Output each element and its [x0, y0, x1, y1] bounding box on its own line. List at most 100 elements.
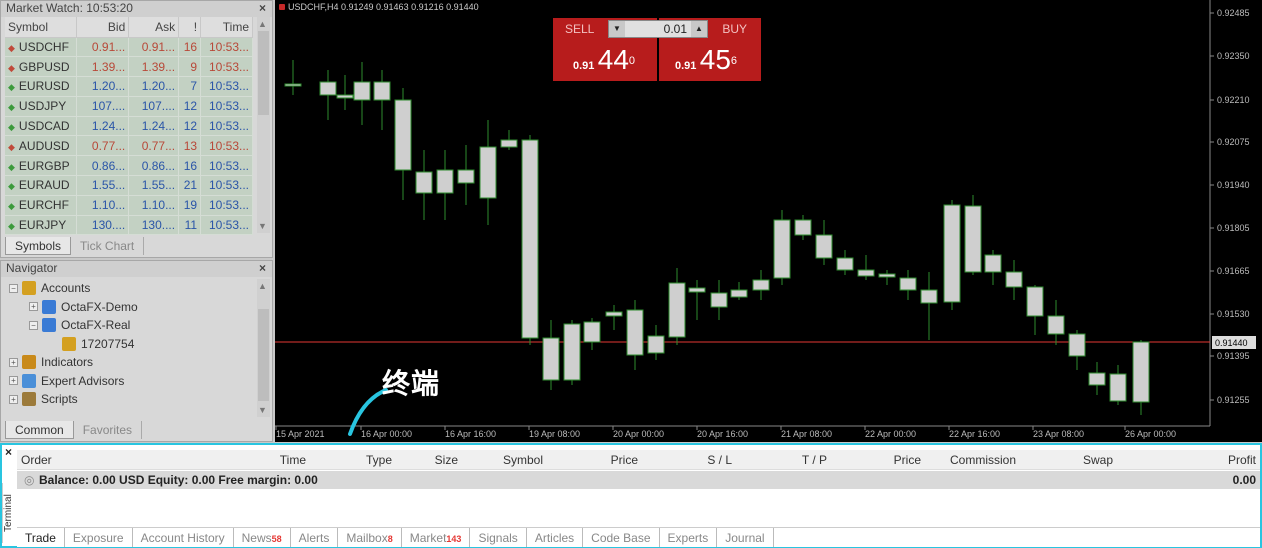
expand-icon[interactable]: +: [9, 394, 18, 404]
symbol-cell[interactable]: ◆ USDCAD: [5, 116, 78, 137]
candle-body: [319, 81, 337, 96]
expand-icon[interactable]: +: [9, 357, 18, 367]
buy-price: 0.91 456: [675, 44, 737, 76]
terminal-tab-signals[interactable]: Signals: [470, 528, 527, 547]
symbol-row[interactable]: ◆ EURGBP 0.86... 0.86... 16 10:53...: [5, 155, 253, 177]
symbol-row[interactable]: ◆ USDCHF 0.91... 0.91... 16 10:53...: [5, 37, 253, 58]
terminal-column-price[interactable]: Price: [611, 453, 638, 467]
candle-body: [964, 205, 982, 273]
symbol-cell[interactable]: ◆ EURGBP: [5, 155, 78, 177]
symbol-row[interactable]: ◆ USDCAD 1.24... 1.24... 12 10:53...: [5, 116, 253, 137]
terminal-column-swap[interactable]: Swap: [1083, 453, 1113, 467]
symbol-row[interactable]: ◆ EURUSD 1.20... 1.20... 7 10:53...: [5, 76, 253, 97]
scrollbar-thumb[interactable]: [258, 309, 269, 401]
time-cell: 10:53...: [200, 96, 253, 117]
terminal-tab-mailbox[interactable]: Mailbox8: [338, 528, 402, 547]
tab-common[interactable]: Common: [5, 421, 74, 439]
terminal-column-profit[interactable]: Profit: [1228, 453, 1256, 467]
lot-size-value[interactable]: 0.01: [664, 22, 687, 36]
decrease-lot-button[interactable]: ▼: [609, 21, 625, 37]
symbol-cell[interactable]: ◆ GBPUSD: [5, 56, 78, 78]
candle-body: [605, 311, 623, 317]
collapse-icon[interactable]: −: [29, 320, 38, 330]
navigator-item[interactable]: − OctaFX-Real: [9, 316, 138, 335]
terminal-column-commission[interactable]: Commission: [950, 453, 1016, 467]
column-header[interactable]: !: [178, 17, 202, 38]
close-icon[interactable]: ×: [5, 445, 12, 459]
terminal-tab-alerts[interactable]: Alerts: [291, 528, 339, 547]
symbol-cell[interactable]: ◆ EURCHF: [5, 195, 78, 216]
expand-icon[interactable]: +: [29, 302, 38, 312]
scroll-up-icon[interactable]: ▲: [258, 281, 267, 291]
buy-price-prefix: 0.91: [675, 60, 697, 72]
terminal-tab-account-history[interactable]: Account History: [133, 528, 234, 547]
tick-down-icon: ◆: [8, 141, 15, 152]
candle-body: [878, 273, 896, 278]
symbol-cell[interactable]: ◆ AUDUSD: [5, 135, 78, 157]
navigator-item[interactable]: + Scripts: [9, 390, 138, 409]
terminal-column-type[interactable]: Type: [366, 453, 392, 467]
navigator-item[interactable]: − Accounts: [9, 279, 138, 298]
terminal-column-price[interactable]: Price: [894, 453, 921, 467]
close-icon[interactable]: ×: [259, 1, 266, 16]
increase-lot-button[interactable]: ▲: [691, 21, 707, 37]
navigator-item[interactable]: 17207754: [9, 335, 138, 354]
scrollbar-thumb[interactable]: [258, 31, 269, 115]
terminal-column-order[interactable]: Order: [21, 453, 52, 467]
candle-body: [794, 219, 812, 236]
terminal-tab-code-base[interactable]: Code Base: [583, 528, 660, 547]
candle-body: [479, 146, 497, 199]
tab-tick-chart[interactable]: Tick Chart: [71, 237, 145, 255]
scroll-up-icon[interactable]: ▲: [258, 19, 267, 29]
terminal-column-size[interactable]: Size: [435, 453, 458, 467]
terminal-column-t-p[interactable]: T / P: [802, 453, 827, 467]
symbol-row[interactable]: ◆ EURAUD 1.55... 1.55... 21 10:53...: [5, 175, 253, 196]
column-header[interactable]: Symbol: [5, 17, 78, 38]
terminal-column-s-l[interactable]: S / L: [707, 453, 732, 467]
terminal-column-symbol[interactable]: Symbol: [503, 453, 543, 467]
candle-body: [1005, 271, 1023, 288]
symbol-row[interactable]: ◆ EURJPY 130.... 130.... 11 10:53...: [5, 215, 253, 236]
column-header[interactable]: Bid: [76, 17, 130, 38]
navigator-item[interactable]: + Indicators: [9, 353, 138, 372]
ask-cell: 1.20...: [128, 76, 180, 97]
candle-body: [521, 139, 539, 339]
tab-badge: 58: [271, 534, 282, 544]
collapse-icon[interactable]: −: [9, 283, 18, 293]
symbol-row[interactable]: ◆ AUDUSD 0.77... 0.77... 13 10:53...: [5, 135, 253, 157]
time-label: 16 Apr 16:00: [445, 429, 496, 439]
symbol-cell[interactable]: ◆ EURAUD: [5, 175, 78, 196]
tab-favorites[interactable]: Favorites: [74, 421, 143, 439]
terminal-tab-experts[interactable]: Experts: [660, 528, 718, 547]
terminal-tab-articles[interactable]: Articles: [527, 528, 584, 547]
buy-label: BUY: [722, 22, 747, 36]
symbol-name: EURAUD: [18, 178, 70, 193]
symbol-row[interactable]: ◆ GBPUSD 1.39... 1.39... 9 10:53...: [5, 56, 253, 78]
symbol-cell[interactable]: ◆ USDCHF: [5, 37, 78, 58]
terminal-tab-trade[interactable]: Trade: [17, 528, 65, 547]
navigator-item[interactable]: + OctaFX-Demo: [9, 298, 138, 317]
symbol-row[interactable]: ◆ EURCHF 1.10... 1.10... 19 10:53...: [5, 195, 253, 216]
terminal-column-time[interactable]: Time: [280, 453, 306, 467]
navigator-scrollbar[interactable]: ▲ ▼: [257, 279, 270, 417]
close-icon[interactable]: ×: [259, 261, 266, 276]
column-header[interactable]: Time: [200, 17, 253, 38]
symbol-row[interactable]: ◆ USDJPY 107.... 107.... 12 10:53...: [5, 96, 253, 117]
terminal-tab-news[interactable]: News58: [234, 528, 291, 547]
symbol-cell[interactable]: ◆ EURJPY: [5, 215, 78, 236]
navigator-item[interactable]: + Expert Advisors: [9, 372, 138, 391]
tab-symbols[interactable]: Symbols: [5, 237, 72, 255]
scroll-down-icon[interactable]: ▼: [258, 221, 267, 231]
balance-row[interactable]: ◎ Balance: 0.00 USD Equity: 0.00 Free ma…: [17, 471, 1260, 489]
symbol-cell[interactable]: ◆ USDJPY: [5, 96, 78, 117]
expand-icon[interactable]: +: [9, 376, 18, 386]
market-watch-table: Symbol Bid Ask! Time ◆ USDCHF 0.91... 0.91..…: [5, 17, 253, 236]
scroll-down-icon[interactable]: ▼: [258, 405, 267, 415]
symbol-cell[interactable]: ◆ EURUSD: [5, 76, 78, 97]
lot-size-stepper[interactable]: ▼ 0.01 ▲: [608, 20, 708, 38]
market-watch-scrollbar[interactable]: ▲ ▼: [257, 17, 270, 233]
column-header[interactable]: Ask: [128, 17, 180, 38]
terminal-tab-market[interactable]: Market143: [402, 528, 471, 547]
terminal-tab-journal[interactable]: Journal: [717, 528, 774, 547]
terminal-tab-exposure[interactable]: Exposure: [65, 528, 133, 547]
